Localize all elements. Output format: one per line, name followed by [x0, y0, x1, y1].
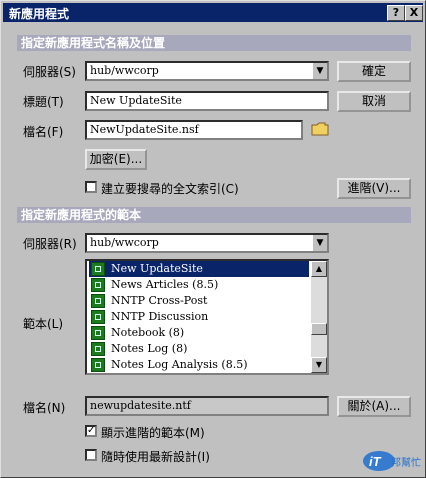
show-advanced-label: 顯示進階的範本(M)	[101, 426, 205, 440]
about-button[interactable]: 關於(A)...	[337, 396, 411, 417]
ithome-logo: iT 邦幫忙	[363, 451, 421, 471]
title-bar[interactable]: 新應用程式 ? X	[3, 3, 423, 22]
encrypt-button[interactable]: 加密(E)...	[85, 149, 147, 170]
inherit-design-checkbox[interactable]	[85, 449, 97, 461]
database-icon	[91, 326, 105, 340]
server-dropdown[interactable]: hub/wwcorp ▼	[85, 61, 329, 81]
inherit-design-label: 隨時使用最新設計(I)	[101, 450, 210, 464]
list-item[interactable]: Notes Log Analysis (8.5)	[89, 357, 309, 373]
cancel-button[interactable]: 取消	[337, 91, 411, 112]
server2-label: 伺服器(R)	[23, 237, 77, 251]
template-label: 範本(L)	[23, 317, 64, 331]
filename-label: 檔名(F)	[23, 125, 64, 139]
chevron-down-icon[interactable]: ▼	[312, 63, 327, 79]
dialog-window: 新應用程式 ? X 指定新應用程式名稱及位置 伺服器(S) hub/wwcorp…	[0, 0, 426, 478]
filename-input[interactable]: NewUpdateSite.nsf	[85, 120, 303, 140]
database-icon	[91, 262, 105, 276]
server-label: 伺服器(S)	[23, 65, 76, 79]
close-button[interactable]: X	[405, 5, 423, 21]
list-item[interactable]: NNTP Cross-Post	[89, 293, 309, 309]
folder-icon[interactable]	[311, 121, 329, 137]
list-item[interactable]: News Articles (8.5)	[89, 277, 309, 293]
section-header-template: 指定新應用程式的範本	[17, 207, 411, 223]
template-listbox[interactable]: New UpdateSite News Articles (8.5) NNTP …	[85, 259, 329, 375]
server2-value: hub/wwcorp	[90, 236, 159, 249]
chevron-down-icon[interactable]: ▼	[312, 235, 327, 251]
fulltext-label: 建立要搜尋的全文索引(C)	[101, 182, 239, 196]
database-icon	[91, 358, 105, 372]
template-filename-field: newupdatesite.ntf	[85, 396, 329, 416]
scrollbar[interactable]: ▲ ▼	[311, 261, 327, 373]
title-label: 標題(T)	[23, 95, 64, 109]
database-icon	[91, 342, 105, 356]
template-server-dropdown[interactable]: hub/wwcorp ▼	[85, 233, 329, 253]
list-item[interactable]: NNTP Discussion	[89, 309, 309, 325]
scroll-up-icon[interactable]: ▲	[311, 261, 327, 277]
title-input[interactable]: New UpdateSite	[85, 91, 329, 111]
scroll-thumb[interactable]	[311, 323, 327, 335]
help-button[interactable]: ?	[387, 5, 405, 21]
list-item[interactable]: Notes Log (8)	[89, 341, 309, 357]
advanced-button[interactable]: 進階(V)...	[337, 178, 411, 199]
fulltext-checkbox[interactable]	[85, 181, 97, 193]
section-header-location: 指定新應用程式名稱及位置	[17, 35, 411, 51]
ok-button[interactable]: 確定	[337, 61, 411, 82]
database-icon	[91, 310, 105, 324]
server-value: hub/wwcorp	[90, 64, 159, 77]
template-filename-label: 檔名(N)	[23, 401, 66, 415]
svg-text:iT: iT	[369, 454, 382, 469]
show-advanced-checkbox[interactable]: ✓	[85, 425, 97, 437]
list-item[interactable]: New UpdateSite	[89, 261, 309, 277]
database-icon	[91, 294, 105, 308]
database-icon	[91, 278, 105, 292]
window-title: 新應用程式	[9, 7, 70, 21]
svg-text:邦幫忙: 邦幫忙	[391, 456, 421, 469]
scroll-down-icon[interactable]: ▼	[311, 357, 327, 373]
list-item[interactable]: Notebook (8)	[89, 325, 309, 341]
